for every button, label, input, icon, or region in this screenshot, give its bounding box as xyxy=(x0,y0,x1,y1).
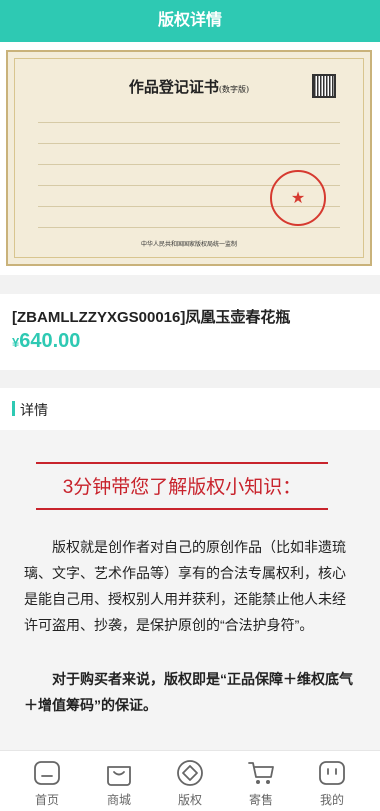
bottom-tab-bar: 首页 商城 版权 寄售 我的 xyxy=(0,750,380,811)
tab-home[interactable]: 首页 xyxy=(17,751,77,811)
carousel-indicator[interactable] xyxy=(187,268,192,273)
article-paragraph: 版权就是创作者对自己的原创作品（比如非遗琉璃、文字、艺术作品等）享有的合法专属权… xyxy=(24,539,346,633)
tab-mall[interactable]: 商城 xyxy=(89,751,149,811)
article-paragraph-bold: 对于购买者来说，版权即是“正品保障＋维权底气＋增值筹码”的保证。 xyxy=(24,671,353,713)
section-marker xyxy=(12,401,15,416)
tab-home-label: 首页 xyxy=(34,793,59,807)
certificate-footer: 中华人民共和国国家版权局统一监制 xyxy=(140,242,237,248)
tab-copyright-label: 版权 xyxy=(177,793,202,807)
tab-profile-label: 我的 xyxy=(319,793,344,807)
price-amount: 640.00 xyxy=(19,330,81,352)
detail-article: 3分钟带您了解版权小知识： 版权就是创作者对自己的原创作品（比如非遗琉璃、文字、… xyxy=(0,430,380,750)
home-icon xyxy=(34,761,60,785)
page-title: 版权详情 xyxy=(157,12,222,29)
tab-consign-label: 寄售 xyxy=(248,793,273,807)
official-seal-icon: ★ xyxy=(270,170,326,226)
page-header: 版权详情 xyxy=(0,0,380,42)
copyright-diamond-icon xyxy=(177,760,203,786)
detail-label: 详情 xyxy=(20,402,48,418)
tab-copyright[interactable]: 版权 xyxy=(160,751,220,811)
certificate-image: 作品登记证书(数字版) ★ 中华人民共和国国家版权局统一监制 xyxy=(6,50,372,266)
certificate-carousel[interactable]: 作品登记证书(数字版) ★ 中华人民共和国国家版权局统一监制 xyxy=(0,42,380,275)
cart-icon xyxy=(248,762,274,784)
product-price: ¥640.00 xyxy=(12,330,80,353)
qr-code-icon xyxy=(312,74,336,98)
tab-consign[interactable]: 寄售 xyxy=(231,751,291,811)
detail-section-header: 详情 xyxy=(0,388,380,430)
product-title: [ZBAMLLZZYXGS00016]凤凰玉壶春花瓶 xyxy=(12,309,291,326)
profile-icon xyxy=(319,761,345,785)
shopping-bag-icon xyxy=(107,766,131,786)
tab-mall-label: 商城 xyxy=(106,793,131,807)
knowledge-heading: 3分钟带您了解版权小知识： xyxy=(36,462,328,510)
product-info: [ZBAMLLZZYXGS00016]凤凰玉壶春花瓶 ¥640.00 xyxy=(0,294,380,370)
tab-profile[interactable]: 我的 xyxy=(302,751,362,811)
